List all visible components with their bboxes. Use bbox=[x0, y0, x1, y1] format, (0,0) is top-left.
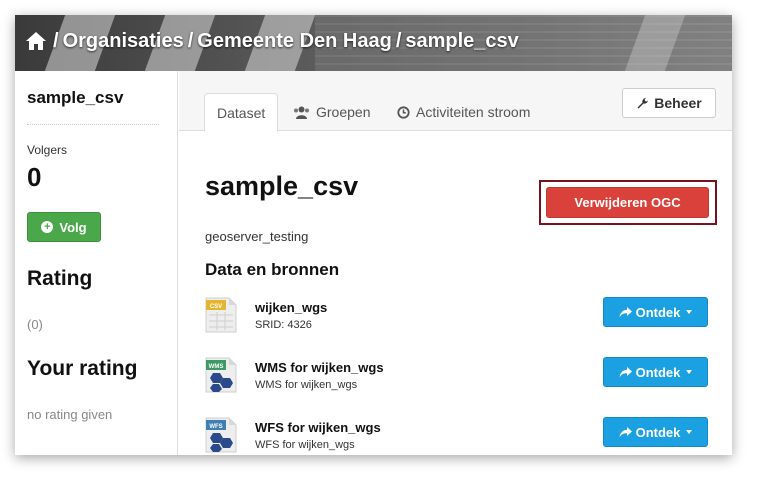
follow-button[interactable]: + Volg bbox=[27, 212, 101, 242]
tab-label: Groepen bbox=[316, 104, 371, 120]
breadcrumb-separator: / bbox=[53, 29, 59, 52]
resource-item: CSV wijken_wgs SRID: 4326 Ontdek bbox=[205, 297, 715, 337]
caret-down-icon bbox=[686, 430, 693, 434]
organization-name: geoserver_testing bbox=[205, 229, 309, 244]
caret-down-icon bbox=[686, 370, 693, 374]
resource-description: WMS for wijken_wgs bbox=[255, 379, 358, 391]
dataset-title: sample_csv bbox=[205, 171, 359, 201]
home-icon[interactable] bbox=[25, 31, 47, 51]
wms-file-icon[interactable]: WMS bbox=[205, 357, 237, 393]
explore-label: Ontdek bbox=[635, 304, 681, 320]
tab-dataset[interactable]: Dataset bbox=[204, 93, 279, 132]
explore-button[interactable]: Ontdek bbox=[603, 297, 708, 327]
clock-icon bbox=[397, 105, 410, 119]
wrench-icon bbox=[637, 97, 649, 108]
file-format-label: WMS bbox=[209, 364, 224, 370]
sidebar-title: sample_csv bbox=[27, 88, 124, 107]
resource-name[interactable]: wijken_wgs bbox=[255, 300, 327, 315]
resource-name[interactable]: WMS for wijken_wgs bbox=[255, 360, 384, 375]
resource-item: WMS WMS for wijken_wgs WMS for wijken_wg… bbox=[205, 357, 715, 397]
users-icon bbox=[294, 106, 309, 119]
delete-ogc-button[interactable]: Verwijderen OGC bbox=[546, 187, 709, 218]
tab-bar: Dataset Groepen Activiteiten stroom Behe… bbox=[179, 71, 732, 132]
divider bbox=[27, 124, 159, 125]
manage-button[interactable]: Beheer bbox=[622, 88, 716, 118]
breadcrumb-separator: / bbox=[395, 29, 402, 52]
breadcrumb-separator: / bbox=[187, 29, 194, 52]
plus-circle-icon: + bbox=[41, 221, 54, 233]
main-content: Dataset Groepen Activiteiten stroom Behe… bbox=[179, 71, 732, 455]
tab-activity-stream[interactable]: Activiteiten stroom bbox=[397, 93, 530, 131]
breadcrumb-dataset[interactable]: sample_csv bbox=[405, 30, 518, 53]
share-icon bbox=[619, 366, 632, 377]
explore-label: Ontdek bbox=[635, 364, 681, 380]
dataset-page: / Organisaties / Gemeente Den Haag / sam… bbox=[15, 15, 732, 455]
caret-down-icon bbox=[686, 310, 693, 314]
resource-description: SRID: 4326 bbox=[255, 319, 312, 331]
hero-banner: / Organisaties / Gemeente Den Haag / sam… bbox=[15, 15, 732, 71]
followers-label: Volgers bbox=[27, 143, 68, 157]
follow-label: Volg bbox=[59, 219, 87, 235]
tab-label: Dataset bbox=[217, 104, 266, 121]
rating-heading: Rating bbox=[27, 267, 93, 290]
file-format-label: WFS bbox=[209, 424, 222, 430]
followers-count: 0 bbox=[27, 162, 42, 192]
resource-item: WFS WFS for wijken_wgs WFS for wijken_wg… bbox=[205, 417, 715, 455]
explore-button[interactable]: Ontdek bbox=[603, 417, 708, 447]
resource-name[interactable]: WFS for wijken_wgs bbox=[255, 420, 381, 435]
tab-groups[interactable]: Groepen bbox=[293, 93, 370, 131]
explore-label: Ontdek bbox=[635, 424, 681, 440]
share-icon bbox=[619, 426, 632, 437]
breadcrumb-organization[interactable]: Gemeente Den Haag bbox=[197, 30, 392, 53]
breadcrumb: / Organisaties / Gemeente Den Haag / sam… bbox=[25, 28, 519, 54]
share-icon bbox=[619, 306, 632, 317]
breadcrumb-organisations[interactable]: Organisaties bbox=[63, 30, 184, 53]
tab-label: Activiteiten stroom bbox=[416, 104, 531, 120]
rating-count: (0) bbox=[27, 317, 43, 332]
manage-label: Beheer bbox=[654, 95, 702, 111]
file-format-label: CSV bbox=[210, 304, 222, 310]
wfs-file-icon[interactable]: WFS bbox=[205, 417, 237, 453]
explore-button[interactable]: Ontdek bbox=[603, 357, 708, 387]
your-rating-heading: Your rating bbox=[27, 357, 138, 380]
resource-description: WFS for wijken_wgs bbox=[255, 439, 355, 451]
sidebar: sample_csv Volgers 0 + Volg Rating (0) Y… bbox=[15, 71, 178, 455]
your-rating-value: no rating given bbox=[27, 407, 113, 422]
resources-heading: Data en bronnen bbox=[205, 260, 340, 279]
csv-file-icon[interactable]: CSV bbox=[205, 297, 237, 333]
